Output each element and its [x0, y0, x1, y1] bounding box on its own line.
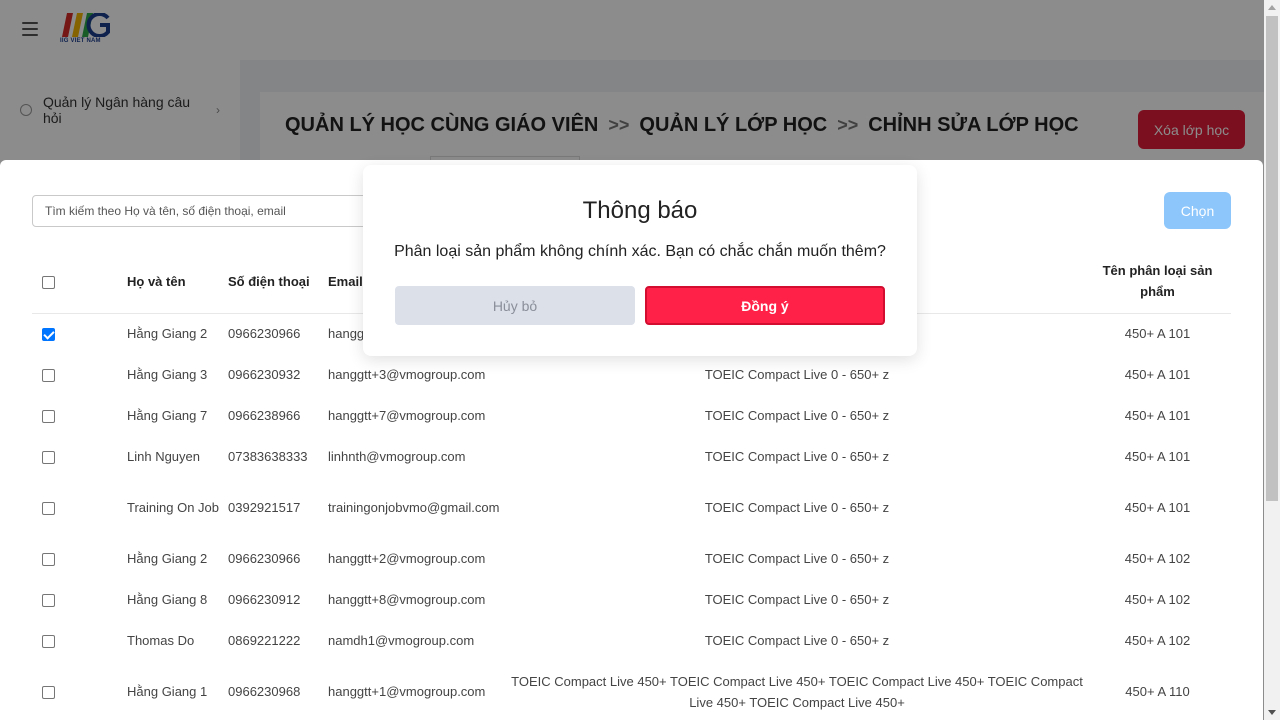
student-name: Hằng Giang 2	[127, 551, 208, 566]
student-product-category: 450+ A 102	[1124, 551, 1191, 566]
row-select-cell[interactable]	[32, 436, 127, 477]
row-select-cell[interactable]	[32, 620, 127, 661]
student-product-category: 450+ A 102	[1124, 592, 1191, 607]
row-select-cell[interactable]	[32, 395, 127, 436]
row-select-cell[interactable]	[32, 579, 127, 620]
student-course: TOEIC Compact Live 0 - 650+ z	[704, 449, 890, 464]
student-email: linhnth@vmogroup.com	[328, 449, 466, 464]
dialog-title: Thông báo	[582, 197, 698, 224]
student-course: TOEIC Compact Live 0 - 650+ z	[704, 408, 890, 423]
student-phone: 0869221222	[228, 633, 301, 648]
row-checkbox[interactable]	[42, 686, 55, 700]
student-product-category: 450+ A 101	[1124, 367, 1191, 382]
student-course: TOEIC Compact Live 0 - 650+ z	[704, 592, 890, 607]
student-name: Training On Job	[127, 500, 220, 515]
student-phone: 0966238966	[228, 408, 301, 423]
student-course: TOEIC Compact Live 0 - 650+ z	[704, 500, 890, 515]
student-product-category: 450+ A 101	[1124, 408, 1191, 423]
scrollbar-thumb[interactable]	[1266, 16, 1278, 501]
student-phone: 0966230912	[228, 592, 301, 607]
choose-button[interactable]: Chọn	[1164, 192, 1231, 229]
cancel-button[interactable]: Hủy bỏ	[395, 286, 635, 325]
row-checkbox[interactable]	[42, 594, 55, 608]
student-phone: 0966230966	[228, 551, 301, 566]
table-row[interactable]: Hằng Giang 7 0966238966 hanggtt+7@vmogroup…	[32, 395, 1231, 436]
student-email: hanggtt+7@vmogroup.com	[328, 408, 486, 423]
row-checkbox[interactable]	[42, 635, 55, 649]
student-email: trainingonjobvmo@gmail.com	[328, 500, 500, 515]
row-checkbox[interactable]	[42, 369, 55, 383]
student-email: hanggtt+8@vmogroup.com	[328, 592, 486, 607]
scroll-down-arrow-icon[interactable]	[1268, 710, 1276, 715]
table-row[interactable]: Linh Nguyen 07383638333 linhnth@vmogroup.c…	[32, 436, 1231, 477]
search-input[interactable]	[32, 195, 392, 227]
scroll-up-arrow-icon[interactable]	[1268, 5, 1276, 10]
select-all-checkbox[interactable]	[42, 275, 55, 289]
header-phone: Số điện thoại	[228, 250, 328, 314]
row-checkbox[interactable]	[42, 502, 55, 516]
table-row[interactable]: Training On Job 0392921517 trainingonjobvm…	[32, 477, 1231, 538]
table-row[interactable]: Hằng Giang 8 0966230912 hanggtt+8@vmogroup…	[32, 579, 1231, 620]
student-email: hanggtt+2@vmogroup.com	[328, 551, 486, 566]
student-name: Hằng Giang 7	[127, 408, 208, 423]
student-course: TOEIC Compact Live 450+ TOEIC Compact Li…	[511, 673, 1083, 710]
row-select-cell[interactable]	[32, 661, 127, 720]
header-select-all[interactable]	[32, 250, 127, 314]
student-name: Hằng Giang 1	[127, 684, 208, 699]
student-product-category: 450+ A 101	[1124, 500, 1191, 515]
student-course: TOEIC Compact Live 0 - 650+ z	[704, 633, 890, 648]
student-email: hanggtt+1@vmogroup.com	[328, 684, 486, 699]
table-row[interactable]: Hằng Giang 2 0966230966 hanggtt+2@vmogroup…	[32, 538, 1231, 579]
row-select-cell[interactable]	[32, 477, 127, 538]
row-checkbox[interactable]	[42, 328, 55, 342]
student-product-category: 450+ A 101	[1124, 449, 1191, 464]
header-name: Họ và tên	[127, 250, 228, 314]
student-name: Thomas Do	[127, 633, 195, 648]
student-phone: 0966230968	[228, 684, 301, 699]
confirm-dialog: Thông báo Phân loại sản phẩm không chính…	[363, 165, 917, 356]
student-course: TOEIC Compact Live 0 - 650+ z	[704, 551, 890, 566]
student-email: namdh1@vmogroup.com	[328, 633, 475, 648]
row-select-cell[interactable]	[32, 313, 127, 354]
student-phone: 0966230966	[228, 326, 301, 342]
table-row[interactable]: Thomas Do 0869221222 namdh1@vmogroup.com TO…	[32, 620, 1231, 661]
page-scrollbar[interactable]	[1264, 0, 1280, 720]
student-name: Hằng Giang 3	[127, 367, 208, 382]
header-product-category: Tên phân loại sản phẩm	[1084, 250, 1231, 314]
student-phone: 0966230932	[228, 367, 301, 382]
student-product-category: 450+ A 102	[1124, 633, 1191, 648]
student-course: TOEIC Compact Live 0 - 650+ z	[704, 367, 890, 382]
row-checkbox[interactable]	[42, 410, 55, 424]
row-checkbox[interactable]	[42, 553, 55, 567]
student-phone: 0392921517	[228, 500, 301, 515]
student-email: hanggtt+3@vmogroup.com	[328, 367, 486, 382]
table-row[interactable]: Hằng Giang 1 0966230968 hanggtt+1@vmogroup…	[32, 661, 1231, 720]
student-product-category: 450+ A 110	[1125, 684, 1190, 699]
row-select-cell[interactable]	[32, 354, 127, 395]
table-row[interactable]: Hằng Giang 3 0966230932 hanggtt+3@vmogroup…	[32, 354, 1231, 395]
confirm-button[interactable]: Đồng ý	[645, 286, 885, 325]
student-product-category: 450+ A 101	[1124, 326, 1191, 342]
row-checkbox[interactable]	[42, 451, 55, 465]
row-select-cell[interactable]	[32, 538, 127, 579]
student-phone: 07383638333	[228, 449, 308, 464]
student-name: Linh Nguyen	[127, 449, 200, 464]
dialog-message: Phân loại sản phẩm không chính xác. Bạn …	[394, 243, 886, 260]
student-name: Hằng Giang 2	[127, 326, 208, 342]
student-name: Hằng Giang 8	[127, 592, 208, 607]
